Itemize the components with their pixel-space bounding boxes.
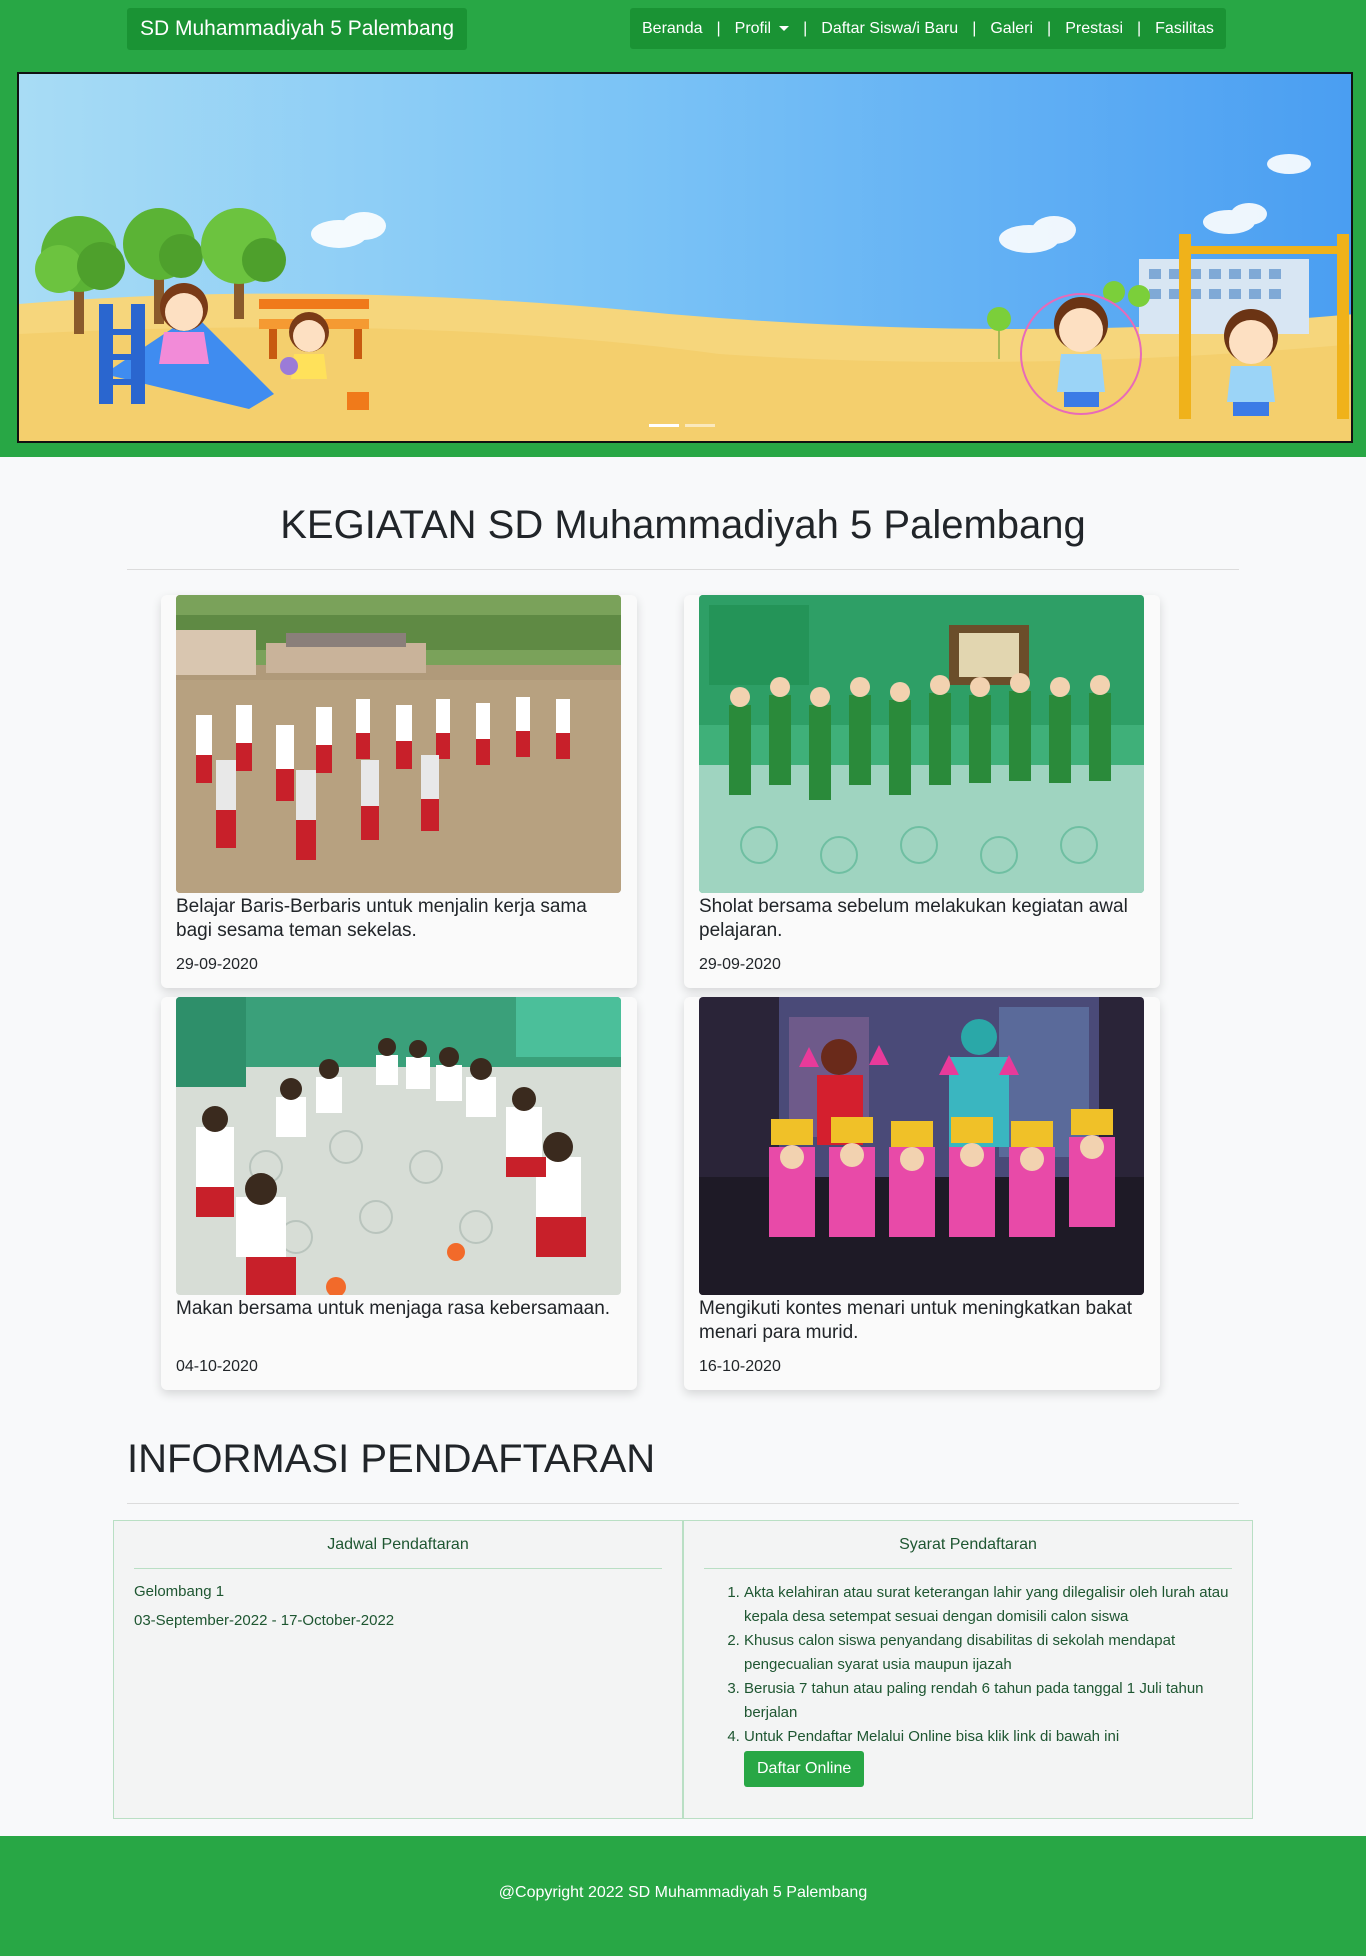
jadwal-gelombang: Gelombang 1 <box>134 1583 225 1600</box>
carousel-indicator-2[interactable] <box>685 424 715 427</box>
brand-logo[interactable]: SD Muhammadiyah 5 Palembang <box>127 8 467 50</box>
daftar-online-button[interactable]: Daftar Online <box>744 1751 865 1787</box>
footer: @Copyright 2022 SD Muhammadiyah 5 Palemb… <box>0 1836 1366 1956</box>
nav-separator: | <box>972 19 977 37</box>
activity-date: 16-10-2020 <box>699 1358 781 1375</box>
nav-profil-dropdown[interactable]: Profil <box>731 20 793 38</box>
footer-copyright: @Copyright 2022 SD Muhammadiyah 5 Palemb… <box>498 1884 868 1901</box>
nav-separator: | <box>803 19 808 37</box>
activity-card: Makan bersama untuk menjaga rasa kebersa… <box>161 997 637 1390</box>
carousel-indicators <box>649 424 715 427</box>
syarat-panel: Syarat Pendaftaran Akta kelahiran atau s… <box>683 1520 1253 1819</box>
jadwal-body: Gelombang 1 03-September-2022 - 17-Octob… <box>134 1577 662 1635</box>
nav-separator: | <box>1137 19 1142 37</box>
kegiatan-title: KEGIATAN SD Muhammadiyah 5 Palembang <box>280 503 1086 547</box>
syarat-heading: Syarat Pendaftaran <box>704 1521 1232 1569</box>
syarat-item-text: Untuk Pendaftar Melalui Online bisa klik… <box>744 1728 1120 1745</box>
informasi-title: INFORMASI PENDAFTARAN <box>127 1437 656 1481</box>
activity-caption: Makan bersama untuk menjaga rasa kebersa… <box>176 1298 611 1319</box>
syarat-body: Akta kelahiran atau surat keterangan lah… <box>704 1581 1232 1787</box>
syarat-item: Untuk Pendaftar Melalui Online bisa klik… <box>744 1725 1232 1787</box>
activity-photo-makan <box>176 997 621 1295</box>
caret-down-icon <box>779 25 790 31</box>
nav-galeri[interactable]: Galeri <box>986 20 1037 38</box>
syarat-list: Akta kelahiran atau surat keterangan lah… <box>704 1581 1232 1787</box>
activity-caption: Mengikuti kontes menari untuk meningkatk… <box>699 1298 1133 1343</box>
nav-fasilitas[interactable]: Fasilitas <box>1151 20 1218 38</box>
nav-daftar-siswa[interactable]: Daftar Siswa/i Baru <box>817 20 962 38</box>
nav-beranda[interactable]: Beranda <box>638 20 707 38</box>
divider <box>127 569 1239 570</box>
activity-photo-menari <box>699 997 1144 1295</box>
main-nav: Beranda | Profil | Daftar Siswa/i Baru |… <box>630 8 1226 49</box>
syarat-item: Khusus calon siswa penyandang disabilita… <box>744 1629 1232 1677</box>
activity-card: Mengikuti kontes menari untuk meningkatk… <box>684 997 1160 1390</box>
activity-date: 04-10-2020 <box>176 1358 258 1375</box>
carousel-slide-image <box>19 154 1351 441</box>
hero-section <box>0 57 1366 457</box>
syarat-item: Berusia 7 tahun atau paling rendah 6 tah… <box>744 1677 1232 1725</box>
activity-card: Sholat bersama sebelum melakukan kegiata… <box>684 595 1160 988</box>
activity-date: 29-09-2020 <box>176 956 258 973</box>
nav-profil-label: Profil <box>734 19 772 37</box>
activity-card: Belajar Baris-Berbaris untuk menjalin ke… <box>161 595 637 988</box>
activity-photo-sholat <box>699 595 1144 893</box>
nav-separator: | <box>1047 19 1052 37</box>
nav-separator: | <box>716 19 721 37</box>
carousel-indicator-1[interactable] <box>649 424 679 427</box>
activity-photo-baris <box>176 595 621 893</box>
jadwal-periode: 03-September-2022 - 17-October-2022 <box>134 1612 395 1629</box>
activity-caption: Belajar Baris-Berbaris untuk menjalin ke… <box>176 896 587 941</box>
navbar: SD Muhammadiyah 5 Palembang Beranda | Pr… <box>0 0 1366 57</box>
syarat-item: Akta kelahiran atau surat keterangan lah… <box>744 1581 1232 1629</box>
jadwal-panel: Jadwal Pendaftaran Gelombang 1 03-Septem… <box>113 1520 683 1819</box>
activity-date: 29-09-2020 <box>699 956 781 973</box>
nav-prestasi[interactable]: Prestasi <box>1061 20 1127 38</box>
activity-caption: Sholat bersama sebelum melakukan kegiata… <box>699 896 1128 941</box>
divider <box>127 1503 1239 1504</box>
jadwal-heading: Jadwal Pendaftaran <box>134 1521 662 1569</box>
hero-carousel[interactable] <box>17 72 1353 443</box>
